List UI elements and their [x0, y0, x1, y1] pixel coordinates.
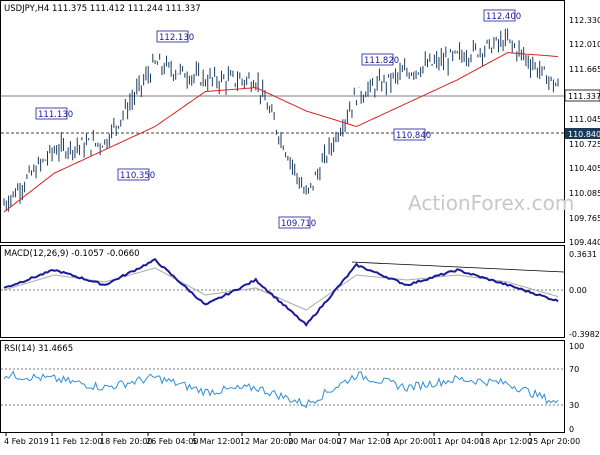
price-tick: 110.085	[569, 189, 600, 198]
macd-panel[interactable]	[0, 245, 565, 338]
rsi-tick: 0	[569, 425, 574, 434]
time-label: 5 Mar 12:00	[192, 437, 240, 446]
rsi-axis: 100 70 30 0	[569, 342, 584, 434]
rsi-tick: 30	[569, 401, 579, 410]
annotation-110350: 110.350	[117, 168, 155, 181]
annotation-111130: 111.130	[35, 107, 73, 120]
price-tick: 111.045	[569, 115, 600, 124]
time-label: 20 Mar 04:00	[288, 437, 341, 446]
time-label: 25 Apr 20:00	[528, 437, 580, 446]
rsi-tick: 70	[569, 365, 579, 374]
svg-text:112.130: 112.130	[159, 33, 194, 43]
chart-window[interactable]: ActionForex.com USDJPY,H4 111.375 111.41…	[0, 0, 600, 450]
time-label: 26 Feb 04:00	[146, 437, 198, 446]
price-tick: 110.405	[569, 164, 600, 173]
watermark-text: ActionForex.com	[408, 191, 574, 215]
price-tick: 111.665	[569, 65, 600, 74]
time-axis: 4 Feb 2019 11 Feb 12:0018 Feb 20:0026 Feb…	[4, 433, 580, 446]
time-label: 4 Feb 2019	[4, 437, 49, 446]
rsi-tick: 100	[569, 342, 584, 351]
price-tick: 112.010	[569, 40, 600, 49]
time-label: 18 Feb 20:00	[100, 437, 152, 446]
macd-tick: 0.00	[569, 286, 587, 295]
symbol-info: USDJPY,H4 111.375 111.412 111.244 111.33…	[4, 4, 201, 14]
macd-tick: -0.3982	[569, 330, 600, 339]
svg-text:110.840: 110.840	[568, 130, 600, 139]
time-label: 12 Mar 20:00	[240, 437, 293, 446]
svg-text:109.710: 109.710	[281, 219, 316, 229]
svg-text:110.350: 110.350	[120, 171, 155, 181]
svg-text:111.820: 111.820	[364, 56, 399, 66]
price-tick: 110.725	[569, 140, 600, 149]
annotation-111820: 111.820	[361, 53, 399, 66]
annotation-112400: 112.400	[483, 9, 521, 22]
annotation-109710: 109.710	[278, 216, 316, 229]
svg-text:110.840: 110.840	[396, 131, 431, 141]
time-label: 3 Apr 20:00	[386, 437, 433, 446]
macd-tick: 0.3631	[569, 250, 597, 259]
time-label: 11 Apr 04:00	[432, 437, 484, 446]
price-tick: 109.765	[569, 214, 600, 223]
price-tick: 109.440	[569, 238, 600, 247]
annotation-110840: 110.840	[393, 128, 431, 141]
price-tick: 112.330	[569, 16, 600, 25]
current-price-tag: 111.337	[564, 89, 600, 102]
support-price-tag: 110.840	[565, 128, 600, 139]
time-label: 18 Apr 12:00	[480, 437, 532, 446]
svg-text:111.130: 111.130	[38, 110, 73, 120]
svg-text:112.400: 112.400	[486, 12, 521, 22]
macd-label: MACD(12,26,9) -0.1057 -0.0660	[4, 249, 140, 259]
svg-text:111.337: 111.337	[568, 92, 600, 101]
time-label: 27 Mar 12:00	[337, 437, 390, 446]
macd-axis: 0.3631 0.00 -0.3982	[569, 250, 600, 339]
annotation-112130: 112.130	[156, 30, 194, 43]
rsi-label: RSI(14) 31.4665	[4, 344, 73, 354]
time-label: 11 Feb 12:00	[50, 437, 102, 446]
